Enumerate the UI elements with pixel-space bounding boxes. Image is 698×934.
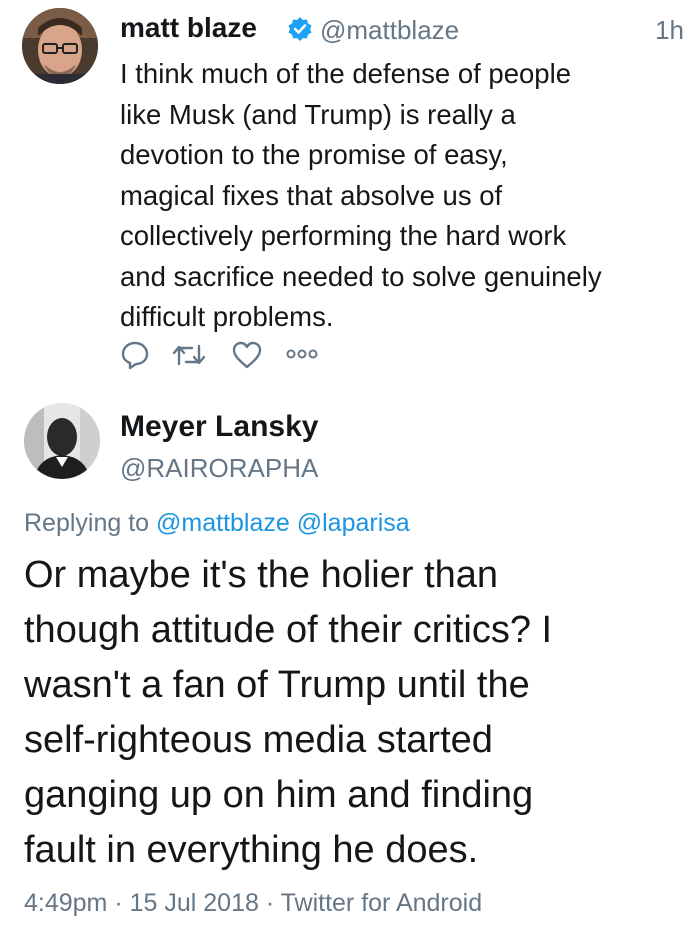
like-icon[interactable] <box>232 340 262 375</box>
tweet2-body: Or maybe it's the holier than though att… <box>24 554 553 871</box>
tweet2-display-name[interactable]: Meyer Lansky <box>120 410 318 444</box>
avatar-meyer-lansky[interactable] <box>24 403 100 479</box>
retweet-icon[interactable] <box>172 340 206 375</box>
mention-link[interactable]: @laparisa <box>297 509 410 537</box>
tweet1-body: I think much of the defense of people li… <box>120 58 602 332</box>
avatar-matt-blaze[interactable] <box>22 8 98 84</box>
tweet2-handle[interactable]: @RAIRORAPHA <box>120 453 318 484</box>
replying-to-label: Replying to <box>24 509 150 537</box>
mention-link[interactable]: @mattblaze <box>156 509 290 537</box>
replying-to-line: Replying to @mattblaze @laparisa <box>24 509 410 538</box>
tweet1-time[interactable]: 1h <box>655 15 684 46</box>
verified-badge-icon <box>287 16 313 42</box>
reply-icon[interactable] <box>120 340 150 375</box>
more-icon[interactable] <box>286 346 318 367</box>
tweet2-timestamp[interactable]: 4:49pm · 15 Jul 2018 · Twitter for Andro… <box>24 889 482 918</box>
tweet1-handle[interactable]: @mattblaze <box>320 15 459 46</box>
tweet1-display-name[interactable]: matt blaze <box>120 12 257 44</box>
